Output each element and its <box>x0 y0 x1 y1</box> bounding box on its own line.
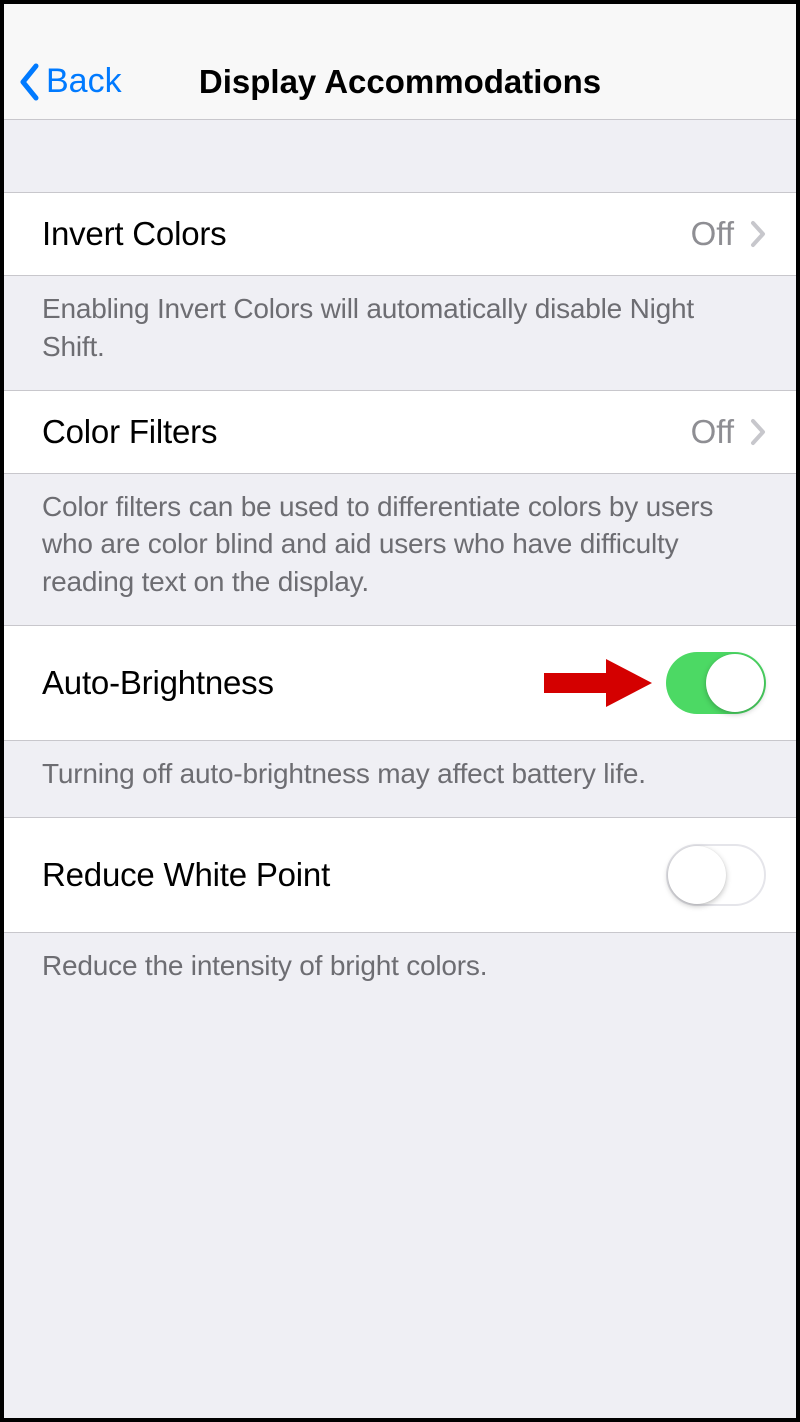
auto-brightness-row: Auto-Brightness <box>4 625 796 741</box>
auto-brightness-footer: Turning off auto-brightness may affect b… <box>4 741 796 817</box>
color-filters-label: Color Filters <box>42 413 217 451</box>
back-label: Back <box>46 62 122 101</box>
bottom-filler <box>4 1009 796 1418</box>
invert-colors-footer: Enabling Invert Colors will automaticall… <box>4 276 796 390</box>
chevron-right-icon <box>750 220 766 248</box>
chevron-right-icon <box>750 418 766 446</box>
settings-screen: Back Display Accommodations Invert Color… <box>4 4 796 1418</box>
reduce-white-point-toggle[interactable] <box>666 844 766 906</box>
reduce-white-point-footer: Reduce the intensity of bright colors. <box>4 933 796 1009</box>
reduce-white-point-label: Reduce White Point <box>42 856 330 894</box>
color-filters-footer: Color filters can be used to differentia… <box>4 474 796 625</box>
row-accessory: Off <box>691 413 766 451</box>
chevron-left-icon <box>18 63 40 101</box>
invert-colors-value: Off <box>691 215 734 253</box>
section-spacer <box>4 120 796 192</box>
toggle-knob <box>668 846 726 904</box>
reduce-white-point-row: Reduce White Point <box>4 817 796 933</box>
color-filters-value: Off <box>691 413 734 451</box>
color-filters-row[interactable]: Color Filters Off <box>4 390 796 474</box>
toggle-knob <box>706 654 764 712</box>
navigation-bar: Back Display Accommodations <box>4 4 796 120</box>
row-accessory: Off <box>691 215 766 253</box>
back-button[interactable]: Back <box>4 62 122 101</box>
auto-brightness-label: Auto-Brightness <box>42 664 274 702</box>
invert-colors-row[interactable]: Invert Colors Off <box>4 192 796 276</box>
auto-brightness-toggle[interactable] <box>666 652 766 714</box>
annotation-arrow-icon <box>544 655 654 711</box>
page-title: Display Accommodations <box>4 63 796 101</box>
invert-colors-label: Invert Colors <box>42 215 226 253</box>
